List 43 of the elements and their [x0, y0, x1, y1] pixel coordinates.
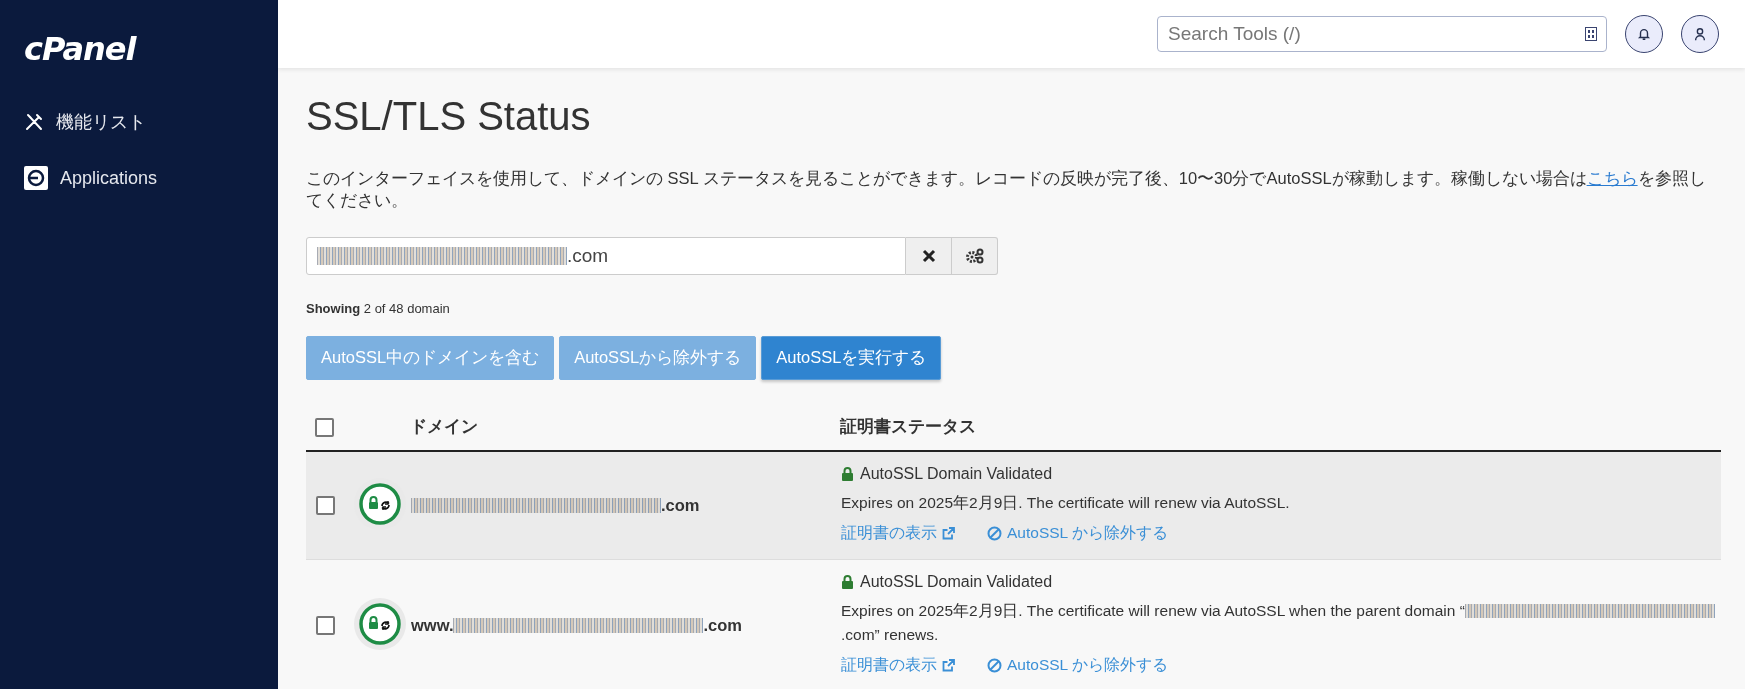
domain-name: .com: [411, 496, 700, 515]
cpanel-logo[interactable]: cPanel: [24, 30, 136, 68]
sidebar-item[interactable]: 機能リスト: [24, 94, 146, 150]
expiry-message: Expires on 2025年2月9日. The certificate will renew via AutoSSL.: [841, 493, 1291, 513]
row-checkbox[interactable]: [316, 496, 335, 516]
view-certificate-link[interactable]: 証明書の表示: [841, 655, 955, 676]
settings-button[interactable]: [952, 237, 998, 275]
tools-icon: [24, 112, 44, 132]
gears-icon: [964, 248, 985, 264]
lock-status-icon: [353, 596, 407, 651]
exclude-link[interactable]: AutoSSL から除外する: [987, 655, 1168, 676]
user-button[interactable]: [1681, 15, 1719, 53]
row-checkbox[interactable]: [316, 616, 335, 636]
close-icon: [921, 249, 936, 263]
notifications-button[interactable]: [1625, 15, 1663, 53]
view-certificate-link[interactable]: 証明書の表示: [841, 523, 955, 544]
lock-icon: [841, 467, 854, 481]
prohibited-icon: [987, 526, 1002, 541]
page-title: SSL/TLS Status: [306, 94, 591, 139]
external-link-icon: [942, 659, 955, 672]
lock-icon: [841, 575, 854, 589]
result-count: Showing 2 of 48 domain: [306, 301, 450, 316]
sidebar-item[interactable]: Applications: [24, 150, 158, 206]
external-link-icon: [942, 527, 955, 540]
certificate-status: AutoSSL Domain Validated: [860, 465, 1053, 483]
help-link[interactable]: こちら: [1586, 169, 1638, 187]
user-icon: [1693, 27, 1707, 41]
domain-name: www. .com: [411, 616, 742, 635]
expiry-message: Expires on 2025年2月9日. The certificate will renew via AutoSSL when the parent domain “ .com” renews.: [841, 599, 1720, 647]
exclude-link[interactable]: AutoSSL から除外する: [987, 523, 1168, 544]
page-description: このインターフェイスを使用して、ドメインの SSL ステータスを見ることができます。レコードの反映が完了後、10〜30分でAutoSSLが稼動します。稼働しない場合はこちら を参照してください。: [306, 168, 1707, 211]
glyph-icon: [1585, 27, 1597, 41]
bell-icon: [1637, 27, 1651, 41]
search-field[interactable]: Search Tools (/): [1157, 16, 1607, 52]
prohibited-icon: [987, 658, 1002, 673]
column-header: ドメイン: [410, 417, 478, 435]
clear-button[interactable]: [906, 237, 952, 275]
action-button[interactable]: AutoSSLを実行する: [761, 336, 942, 380]
apps-icon: [24, 166, 48, 190]
select-all-checkbox[interactable]: [315, 418, 334, 438]
filter-field[interactable]: .com: [306, 237, 906, 275]
column-header: 証明書ステータス: [840, 417, 976, 435]
certificate-status: AutoSSL Domain Validated: [860, 573, 1053, 591]
